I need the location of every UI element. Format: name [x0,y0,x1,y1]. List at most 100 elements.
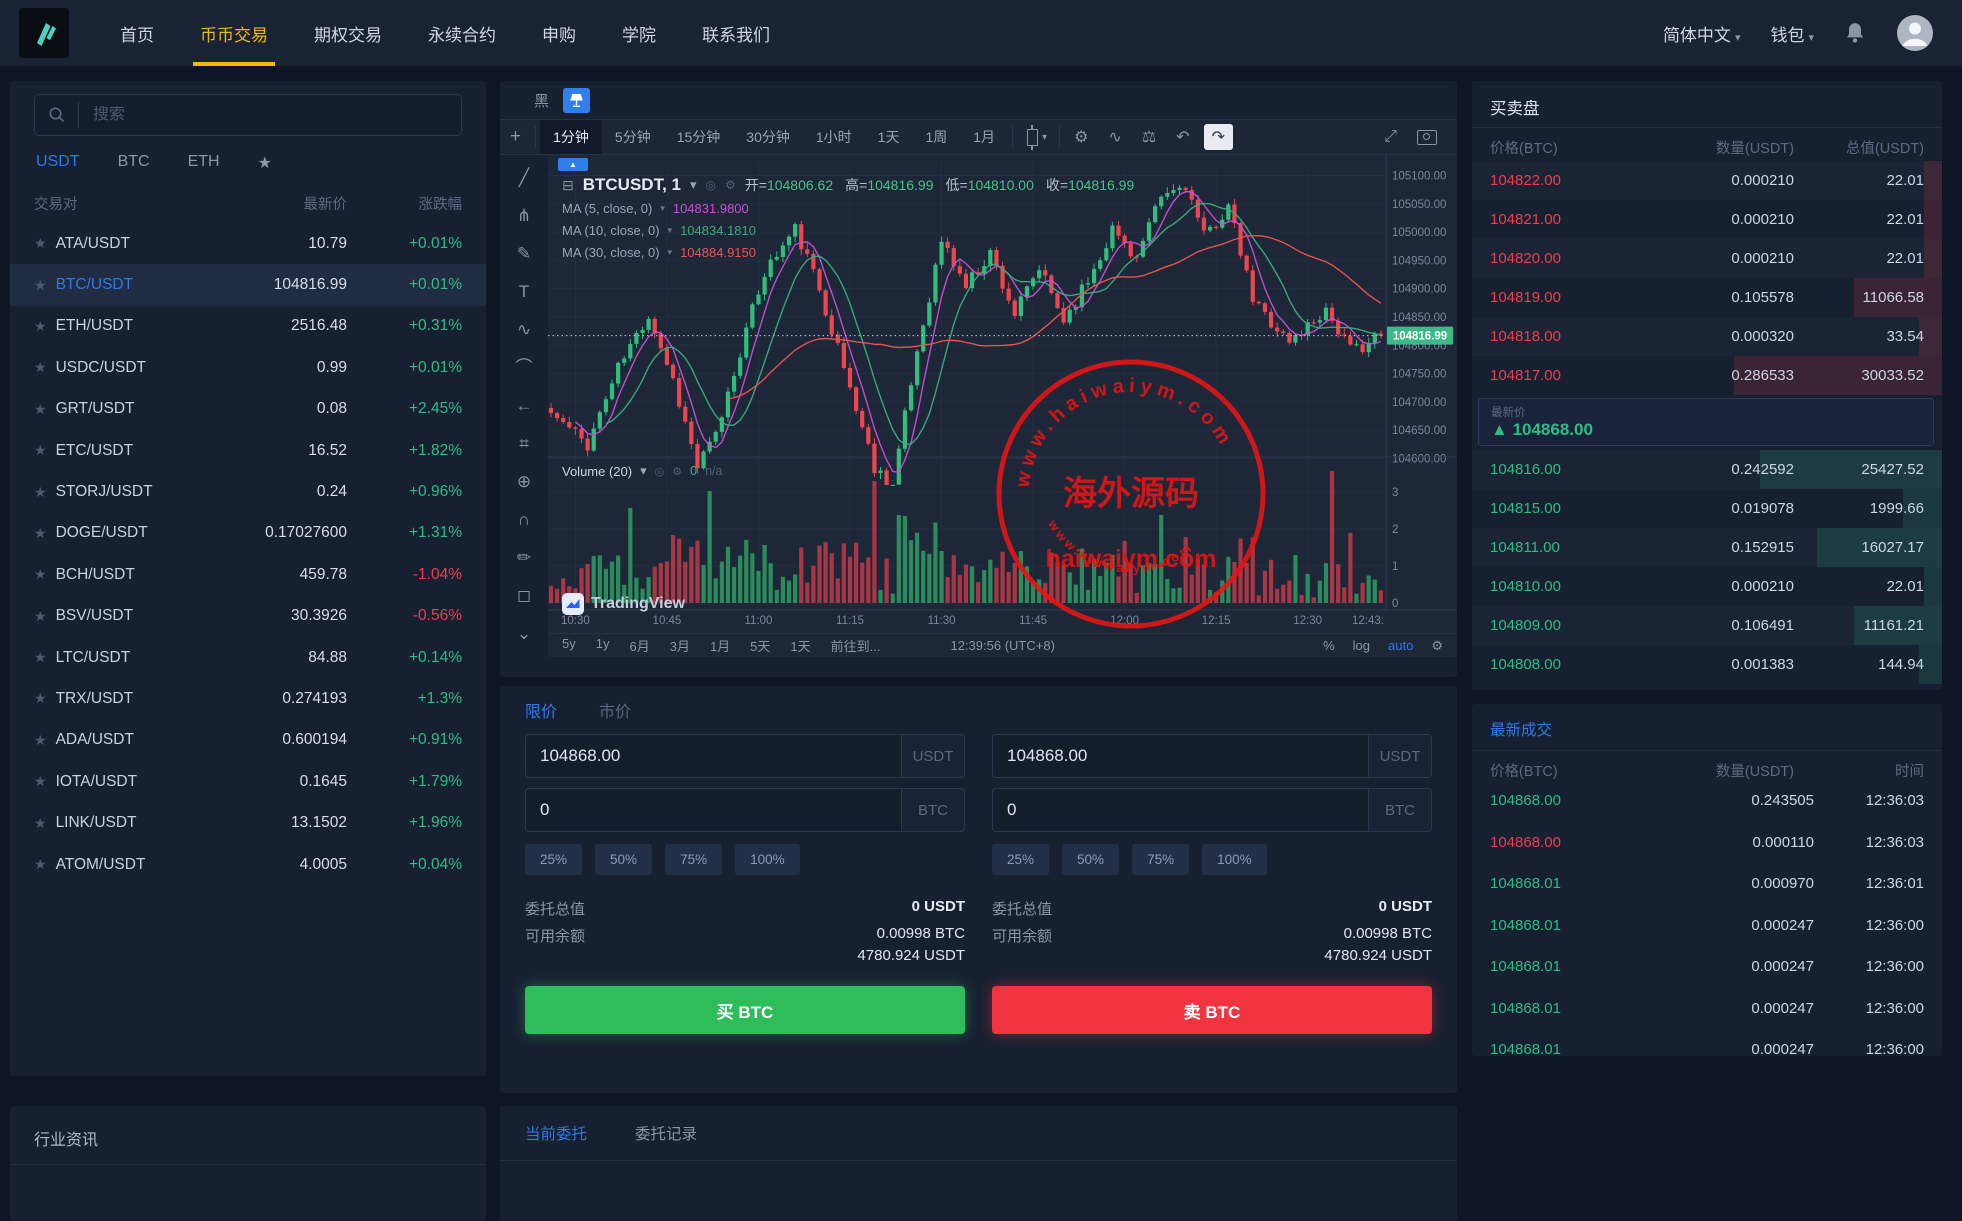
interval-1月[interactable]: 1月 [960,120,1008,154]
pair-row[interactable]: ★TRX/USDT0.274193+1.3% [10,678,486,719]
interval-favorite-toggle[interactable]: ▲ [558,158,588,171]
interval-1天[interactable]: 1天 [865,120,913,154]
cursor-arrow-tool-icon[interactable]: ← [516,397,533,414]
favorite-star-icon[interactable]: ★ [34,732,47,749]
interval-1周[interactable]: 1周 [912,120,960,154]
range-3月[interactable]: 3月 [670,636,690,655]
book-row[interactable]: 104820.000.00021022.01 [1472,239,1942,278]
trendline-tool-icon[interactable]: ╱ [519,169,529,186]
buy-qty-input[interactable] [526,789,901,831]
nav-item-1[interactable]: 首页 [97,0,177,66]
tab-current-orders[interactable]: 当前委托 [525,1122,587,1144]
pair-row[interactable]: ★ATA/USDT10.79+0.01% [10,223,486,264]
volume-label[interactable]: Volume (20) [562,464,632,479]
nav-item-3[interactable]: 期权交易 [291,0,405,66]
buy-percent-25%[interactable]: 25% [525,844,582,875]
favorite-star-icon[interactable]: ★ [34,566,47,583]
sell-qty-input[interactable] [993,789,1368,831]
favorite-star-icon[interactable]: ★ [34,359,47,376]
search-input[interactable] [79,106,461,124]
symbol-label[interactable]: BTCUSDT, 1 [583,175,681,195]
pair-row[interactable]: ★BSV/USDT30.3926-0.56% [10,596,486,637]
favorite-star-icon[interactable]: ★ [34,815,47,832]
fullscreen-icon[interactable]: ⤢ [1374,128,1407,146]
range-1月[interactable]: 1月 [710,636,730,655]
book-row[interactable]: 104811.000.15291516027.17 [1472,528,1942,567]
nav-item-5[interactable]: 申购 [519,0,599,66]
theme-light-button[interactable] [563,88,590,113]
redo-icon[interactable]: ↷ [1204,124,1233,150]
sell-price-input[interactable] [993,735,1368,777]
interval-1分钟[interactable]: 1分钟 [540,120,602,154]
forecast-tool-icon[interactable]: ⌒ [516,359,533,376]
nav-item-7[interactable]: 联系我们 [679,0,793,66]
range-5y[interactable]: 5y [562,636,576,655]
favorite-star-icon[interactable]: ★ [34,773,47,790]
pair-row[interactable]: ★ATOM/USDT4.0005+0.04% [10,844,486,885]
favorite-star-icon[interactable]: ★ [34,856,47,873]
range-5天[interactable]: 5天 [750,636,770,655]
favorite-star-icon[interactable]: ★ [34,525,47,542]
range-前往到...[interactable]: 前往到... [831,636,881,655]
range-1天[interactable]: 1天 [790,636,810,655]
book-row[interactable]: 104815.000.0190781999.66 [1472,489,1942,528]
buy-price-input[interactable] [526,735,901,777]
scale-%[interactable]: % [1323,638,1335,653]
volume-dropdown[interactable]: ▾ [640,463,647,479]
indicators-icon[interactable]: ∿ [1098,127,1131,147]
tab-eth[interactable]: ETH [188,153,220,173]
book-row[interactable]: 104810.000.00021022.01 [1472,567,1942,606]
volume-settings-icon[interactable]: ⚙ [672,465,682,478]
buy-percent-50%[interactable]: 50% [595,844,652,875]
interval-1小时[interactable]: 1小时 [803,120,865,154]
favorite-star-icon[interactable]: ★ [34,442,47,459]
chart-clock[interactable]: 12:39:56 (UTC+8) [950,638,1054,653]
undo-icon[interactable]: ↶ [1166,127,1199,147]
legend-settings-icon[interactable]: ⚙ [725,178,736,192]
range-6月[interactable]: 6月 [629,636,649,655]
measure-tool-icon[interactable]: ⌗ [519,435,529,452]
book-row[interactable]: 104817.000.28653330033.52 [1472,356,1942,395]
book-row[interactable]: 104819.000.10557811066.58 [1472,278,1942,317]
pair-row[interactable]: ★DOGE/USDT0.17027600+1.31% [10,513,486,554]
pair-row[interactable]: ★ADA/USDT0.600194+0.91% [10,720,486,761]
book-row[interactable]: 104821.000.00021022.01 [1472,200,1942,239]
book-row[interactable]: 104816.000.24259225427.52 [1472,450,1942,489]
pair-row[interactable]: ★BCH/USDT459.78-1.04% [10,554,486,595]
zoom-in-tool-icon[interactable]: ⊕ [517,473,531,490]
nav-item-6[interactable]: 学院 [599,0,679,66]
pair-row[interactable]: ★LINK/USDT13.1502+1.96% [10,802,486,843]
book-row[interactable]: 104818.000.00032033.54 [1472,317,1942,356]
favorite-star-icon[interactable]: ★ [34,608,47,625]
ma-legend-row[interactable]: MA (10, close, 0)▾104834.1810 [562,223,756,238]
nav-item-2[interactable]: 币币交易 [177,0,291,66]
theme-dark-button[interactable]: 黑 [534,90,549,111]
favorite-star-icon[interactable]: ★ [34,235,47,252]
pair-row[interactable]: ★BTC/USDT104816.99+0.01% [10,264,486,305]
notifications-bell-icon[interactable] [1844,21,1866,45]
book-row[interactable]: 104809.000.10649111161.21 [1472,606,1942,645]
text-tool-icon[interactable]: T [519,283,529,300]
favorite-star-icon[interactable]: ★ [34,401,47,418]
screenshot-camera-icon[interactable] [1417,130,1437,145]
interval-30分钟[interactable]: 30分钟 [733,120,803,154]
pair-row[interactable]: ★ETH/USDT2516.48+0.31% [10,306,486,347]
nav-item-4[interactable]: 永续合约 [405,0,519,66]
tab-usdt[interactable]: USDT [36,153,80,173]
interval-5分钟[interactable]: 5分钟 [602,120,664,154]
favorite-star-icon[interactable]: ★ [34,649,47,666]
book-row[interactable]: 104808.000.001383144.94 [1472,645,1942,684]
wallet-menu[interactable]: 钱包▾ [1770,21,1814,46]
tab-order-history[interactable]: 委托记录 [635,1122,697,1144]
pair-row[interactable]: ★GRT/USDT0.08+2.45% [10,389,486,430]
magnet-tool-icon[interactable]: ∩ [518,511,530,528]
sell-percent-75%[interactable]: 75% [1132,844,1189,875]
tab-favorites[interactable]: ★ [258,153,272,173]
pair-row[interactable]: ★ETC/USDT16.52+1.82% [10,430,486,471]
scale-log[interactable]: log [1353,638,1370,653]
buy-percent-75%[interactable]: 75% [665,844,722,875]
favorite-star-icon[interactable]: ★ [34,484,47,501]
sell-percent-100%[interactable]: 100% [1202,844,1267,875]
volume-eye-icon[interactable]: ◎ [655,465,665,478]
chart-settings-icon[interactable]: ⚙ [1064,127,1098,147]
